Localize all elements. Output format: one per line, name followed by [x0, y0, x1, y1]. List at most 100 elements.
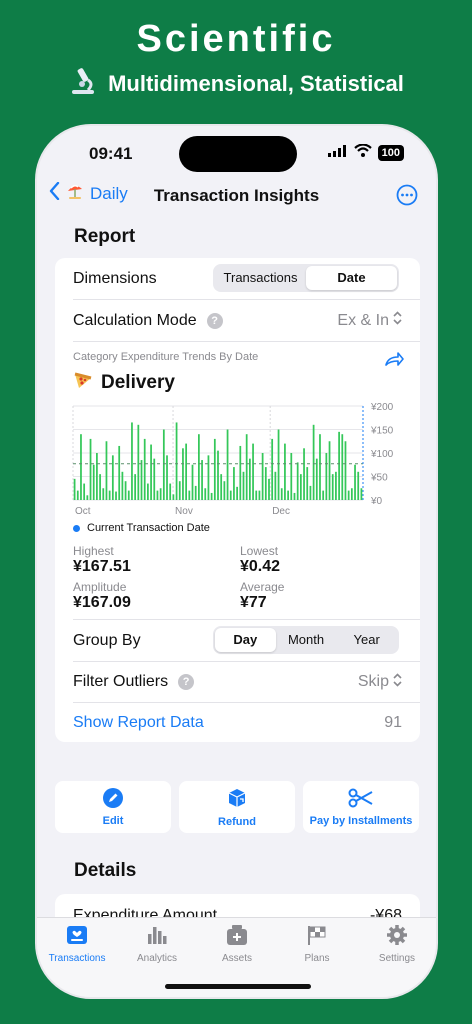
average-label: Average: [240, 580, 285, 594]
bar-chart-icon: [146, 924, 168, 949]
chart-bar: [328, 441, 331, 500]
chart-bar: [293, 492, 296, 500]
segment-day[interactable]: Day: [215, 628, 276, 652]
chart-bar: [201, 460, 203, 500]
tab-assets-label: Assets: [221, 953, 252, 964]
chart-bar: [115, 491, 117, 500]
chart-bar: [185, 443, 188, 500]
highest-label: Highest: [73, 544, 114, 558]
chart-bar: [76, 490, 79, 500]
refund-label: Refund: [218, 815, 256, 828]
pay-by-installments-button[interactable]: Pay by Installments: [303, 781, 419, 833]
chart-bar: [102, 488, 105, 500]
calc-mode-value-wrap[interactable]: Ex & In: [337, 311, 402, 330]
chart-bar: [172, 494, 175, 500]
tab-settings-label: Settings: [378, 953, 416, 964]
transactions-tab-icon: [66, 924, 88, 949]
chart-bar: [306, 467, 309, 500]
chart-bar: [121, 471, 124, 500]
average-value: ¥77: [240, 594, 267, 611]
chart-bar: [188, 490, 191, 500]
refund-button[interactable]: Refund: [179, 781, 295, 833]
tab-plans[interactable]: Plans: [277, 924, 357, 964]
chart-bar: [147, 483, 149, 500]
highest-value: ¥167.51: [73, 558, 131, 575]
segment-date[interactable]: Date: [306, 266, 397, 290]
chart-bar: [204, 488, 207, 500]
show-report-data-row[interactable]: Show Report Data 91: [55, 703, 420, 743]
chart-bar: [350, 488, 353, 500]
gear-icon: [386, 924, 408, 949]
chart-y-tick-label: ¥100: [370, 449, 394, 460]
signal-icon: [327, 144, 348, 162]
chart-y-tick-label: ¥50: [370, 473, 388, 484]
chart-bar: [299, 474, 302, 500]
segment-transactions[interactable]: Transactions: [215, 266, 306, 290]
chart-bar: [360, 488, 363, 500]
chart-bar: [277, 429, 280, 500]
home-indicator: [165, 984, 311, 989]
calc-mode-value: Ex & In: [337, 311, 389, 329]
chart-bar: [319, 434, 321, 500]
chart-bar: [229, 490, 232, 500]
promo-subtitle-row: Multidimensional, Statistical: [0, 66, 472, 102]
chart-bar: [111, 455, 114, 500]
chart-bar: [242, 471, 245, 500]
calculation-mode-row[interactable]: Calculation Mode ? Ex & In: [55, 300, 420, 341]
more-options-button[interactable]: [396, 184, 418, 211]
chart-bar: [175, 422, 178, 500]
chart-bar: [287, 490, 289, 500]
edit-button[interactable]: Edit: [55, 781, 171, 833]
chart-bar: [143, 438, 146, 500]
chart-bar: [127, 490, 130, 500]
chart-bar: [150, 444, 152, 500]
chart-bar: [134, 474, 137, 500]
filter-value-wrap[interactable]: Skip: [358, 672, 402, 692]
chart-bar: [252, 443, 254, 500]
page-title: Transaction Insights: [153, 186, 320, 205]
help-icon[interactable]: ?: [206, 312, 223, 329]
chart-bar: [268, 478, 270, 500]
tab-bar: Transactions Analytics Assets Plans Sett…: [37, 917, 436, 997]
show-report-data-link[interactable]: Show Report Data: [73, 714, 204, 732]
chart-bar: [140, 460, 143, 500]
tab-analytics[interactable]: Analytics: [117, 924, 197, 964]
chart-y-tick-label: ¥0: [370, 496, 383, 507]
share-arrow-icon: [384, 352, 404, 371]
legend-label: Current Transaction Date: [87, 522, 210, 534]
details-section-title: Details: [74, 860, 137, 881]
tab-assets[interactable]: Assets: [197, 924, 277, 964]
chart-bar: [89, 438, 92, 500]
chart-y-tick-label: ¥200: [370, 402, 394, 413]
status-time: 09:41: [89, 144, 133, 163]
tab-settings[interactable]: Settings: [357, 924, 436, 964]
help-icon[interactable]: ?: [178, 674, 195, 690]
pencil-circle-icon: [103, 787, 123, 811]
wifi-icon: [353, 143, 372, 162]
report-section-title: Report: [74, 226, 136, 247]
chart-bar: [261, 453, 264, 500]
tab-plans-label: Plans: [304, 953, 330, 964]
calc-mode-label: Calculation Mode: [73, 311, 197, 329]
divider: [73, 341, 420, 342]
chart-bar: [274, 471, 277, 500]
segment-month[interactable]: Month: [276, 628, 337, 652]
tab-transactions[interactable]: Transactions: [37, 924, 117, 964]
group-by-segmented-control: Day Month Year: [213, 626, 399, 654]
chart-bar: [284, 443, 286, 500]
chart-bar: [73, 478, 76, 500]
chevron-up-down-icon: [393, 311, 402, 330]
amplitude-value: ¥167.09: [73, 594, 131, 611]
filter-outliers-row[interactable]: Filter Outliers ? Skip: [55, 662, 420, 702]
segment-year[interactable]: Year: [336, 628, 397, 652]
chart-bar: [280, 488, 283, 500]
chart-bar: [220, 474, 223, 500]
chart-bar: [290, 453, 293, 500]
chart-bar: [331, 474, 334, 500]
chart-bar: [233, 467, 235, 500]
status-icons: 100: [327, 143, 404, 162]
chart-bar: [354, 464, 356, 500]
share-button[interactable]: [384, 351, 404, 372]
chart-bar: [239, 445, 242, 500]
scissors-icon: [348, 788, 374, 811]
